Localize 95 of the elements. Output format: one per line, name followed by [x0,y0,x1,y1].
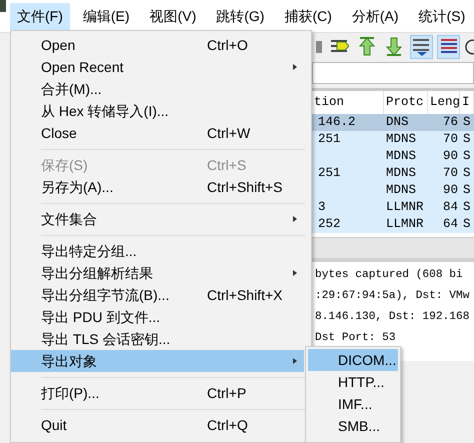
table-cell: 252 [318,217,341,231]
packet-row[interactable]: MDNS 90 S [312,148,474,165]
packet-row[interactable]: 251 MDNS 70 S [312,131,474,148]
menu-item-label: 保存(S) [41,156,89,175]
menu-item[interactable]: 导出 TLS 会话密钥... [11,328,304,350]
menu-item[interactable]: 文件集合 [11,208,304,230]
menu-item-label: 合并(M)... [41,80,103,99]
menu-item-label: 导出 TLS 会话密钥... [41,330,172,349]
table-cell: 146.2 [318,115,356,129]
up-arrow-icon [356,36,377,57]
menu-item-label: 文件集合 [41,210,98,229]
menu-item[interactable]: 视图(V) [142,2,204,30]
shortcut-label: Ctrl+Q [207,416,249,435]
menu-item[interactable]: 跳转(G) [209,2,272,30]
table-cell: 64 [442,217,458,231]
menu-item[interactable]: 导出分组字节流(B)... Ctrl+Shift+X [11,284,304,306]
menu-item[interactable]: 文件(F) [10,2,70,30]
menu-item[interactable]: 编辑(E) [76,2,137,30]
toolbar-button[interactable] [436,34,460,58]
table-cell: S [463,200,471,214]
table-cell: 76 [442,115,458,129]
table-cell: S [463,115,471,129]
table-cell: S [463,132,471,146]
table-cell: DNS [386,115,409,129]
table-cell: LLMNR [386,217,424,231]
menu-item[interactable]: DICOM... [308,349,398,371]
table-cell: LLMNR [386,200,424,214]
menu-item-label: Quit [41,416,68,435]
menu-item-label: Close [41,124,78,143]
menu-item[interactable]: Open Recent [11,56,304,78]
shortcut-label: Ctrl+S [207,156,248,175]
menu-item[interactable]: 捕获(C) [277,2,339,30]
menu-item-label: 导出 PDU 到文件... [41,308,162,327]
packet-row[interactable]: 3 LLMNR 84 S [312,199,474,216]
detail-line[interactable]: :29:67:94:5a), Dst: VMw [315,290,470,302]
detail-line[interactable]: Dst Port: 53 [315,332,396,344]
table-cell: S [463,166,471,180]
menu-item[interactable]: 导出分组解析结果 [11,262,304,284]
table-cell: MDNS [386,149,416,163]
table-cell: MDNS [386,183,416,197]
shortcut-label: Ctrl+Shift+X [207,286,284,305]
menu-item-label: 打印(P)... [41,384,100,403]
table-cell: MDNS [386,132,416,146]
scroll-bar[interactable] [312,237,474,258]
table-cell: 70 [442,132,458,146]
menu-item[interactable]: 从 Hex 转储导入(I)... [11,100,304,122]
packet-row[interactable]: 252 LLMNR 64 S [312,216,474,233]
table-cell: S [463,217,471,231]
menu-item[interactable]: 分析(A) [344,2,406,30]
menu-item[interactable]: 导出特定分组... [11,240,304,262]
detail-line[interactable]: 8.146.130, Dst: 192.168 [315,311,470,323]
shortcut-label: Ctrl+P [207,384,248,403]
shortcut-label: Ctrl+Shift+S [207,178,284,197]
menu-item-label: Open Recent [41,58,124,77]
down-arrow-icon [384,36,404,57]
menu-item[interactable]: SMB... [308,415,398,437]
table-cell: S [463,149,471,163]
menu-item[interactable]: Quit Ctrl+Q [11,414,304,436]
shortcut-label: Ctrl+O [207,36,249,55]
table-cell: 251 [318,132,341,146]
packet-row[interactable]: 146.2 DNS 76 S [312,114,474,131]
table-cell: 70 [442,166,458,180]
menu-item-label: 另存为(A)... [41,178,114,197]
menu-item-label: 导出分组解析结果 [41,264,154,283]
menu-item[interactable]: Close Ctrl+W [11,122,304,144]
menu-item-label: Open [41,36,76,55]
menu-item[interactable]: 合并(M)... [11,78,304,100]
autoscroll-icon [411,36,432,57]
table-cell: 251 [318,166,341,180]
shortcut-label: Ctrl+W [207,124,252,143]
table-cell: 84 [442,200,458,214]
menu-item[interactable]: 导出对象 [11,350,304,372]
packet-row[interactable]: MDNS 90 S [312,182,474,199]
menu-item[interactable]: Open Ctrl+O [11,34,304,56]
zoom-icon[interactable] [464,38,474,54]
window-edge [0,0,6,12]
menu-item[interactable]: 打印(P)... Ctrl+P [11,382,304,404]
toolbar-button[interactable] [410,34,433,58]
menu-item[interactable]: 另存为(A)... Ctrl+Shift+S [11,176,304,198]
menu-item-label: 导出对象 [41,352,98,371]
table-cell: S [463,183,471,197]
table-cell: 3 [318,200,326,214]
menu-item[interactable]: 统计(S) [412,2,472,30]
table-cell: 90 [442,149,458,163]
menu-item[interactable]: IMF... [308,393,398,415]
menu-item-label: 导出特定分组... [41,242,138,261]
menu-item-label: 从 Hex 转储导入(I)... [41,102,170,121]
menu-item[interactable]: 导出 PDU 到文件... [11,306,304,328]
menu-item-label: 导出分组字节流(B)... [41,286,170,305]
detail-line[interactable]: bytes captured (608 bi [315,269,463,281]
packet-row[interactable]: 251 MDNS 70 S [312,165,474,182]
table-cell: 90 [442,183,458,197]
menu-item[interactable]: HTTP... [308,371,398,393]
filter-field[interactable] [312,62,474,84]
table-cell: MDNS [386,166,416,180]
